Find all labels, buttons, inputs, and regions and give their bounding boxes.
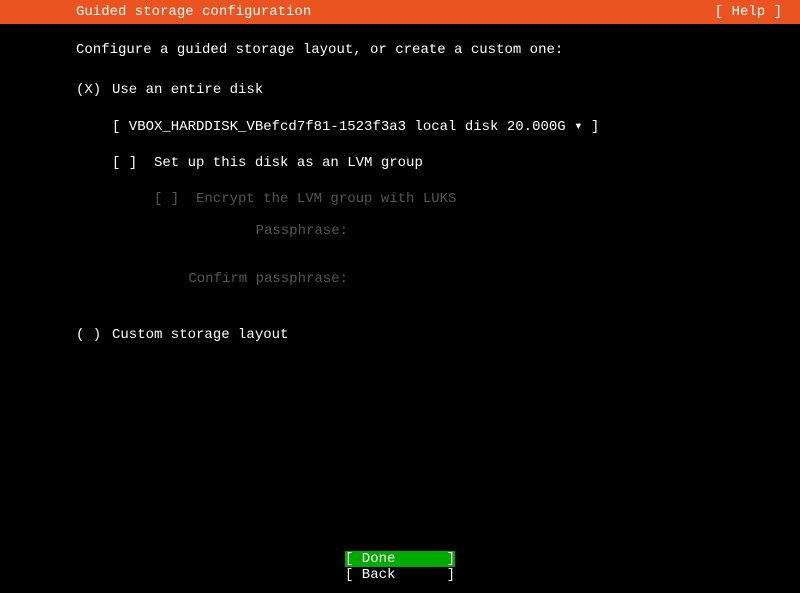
radio-empty-icon: ( ) [76, 327, 112, 343]
footer: [ Done] [ Back] [0, 551, 800, 583]
option-custom-layout[interactable]: ( ) Custom storage layout [76, 327, 800, 343]
disk-selector[interactable]: [ VBOX_HARDDISK_VBefcd7f81-1523f3a3 loca… [112, 118, 800, 135]
content: Configure a guided storage layout, or cr… [0, 24, 800, 343]
checkbox-lvm-label: Set up this disk as an LVM group [154, 155, 423, 171]
header: Guided storage configuration [ Help ] [0, 0, 800, 24]
option-custom-label: Custom storage layout [112, 327, 288, 343]
radio-selected-icon: (X) [76, 82, 112, 98]
confirm-passphrase-label: Confirm passphrase: [76, 271, 356, 287]
option-entire-disk-label: Use an entire disk [112, 82, 263, 98]
passphrase-label: Passphrase: [76, 223, 356, 239]
option-entire-disk[interactable]: (X) Use an entire disk [76, 82, 800, 98]
checkbox-encrypt: [ ] Encrypt the LVM group with LUKS [154, 191, 800, 207]
passphrase-row: Passphrase: [76, 223, 800, 239]
page-title: Guided storage configuration [76, 4, 311, 20]
checkbox-empty-icon: [ ] [112, 155, 154, 171]
checkbox-lvm[interactable]: [ ] Set up this disk as an LVM group [112, 155, 800, 171]
help-button[interactable]: [ Help ] [715, 4, 782, 20]
back-button[interactable]: [ Back] [345, 567, 455, 583]
checkbox-empty-icon: [ ] [154, 191, 196, 207]
done-button[interactable]: [ Done] [345, 551, 455, 567]
checkbox-encrypt-label: Encrypt the LVM group with LUKS [196, 191, 456, 207]
confirm-passphrase-row: Confirm passphrase: [76, 271, 800, 287]
instruction-text: Configure a guided storage layout, or cr… [76, 42, 800, 58]
